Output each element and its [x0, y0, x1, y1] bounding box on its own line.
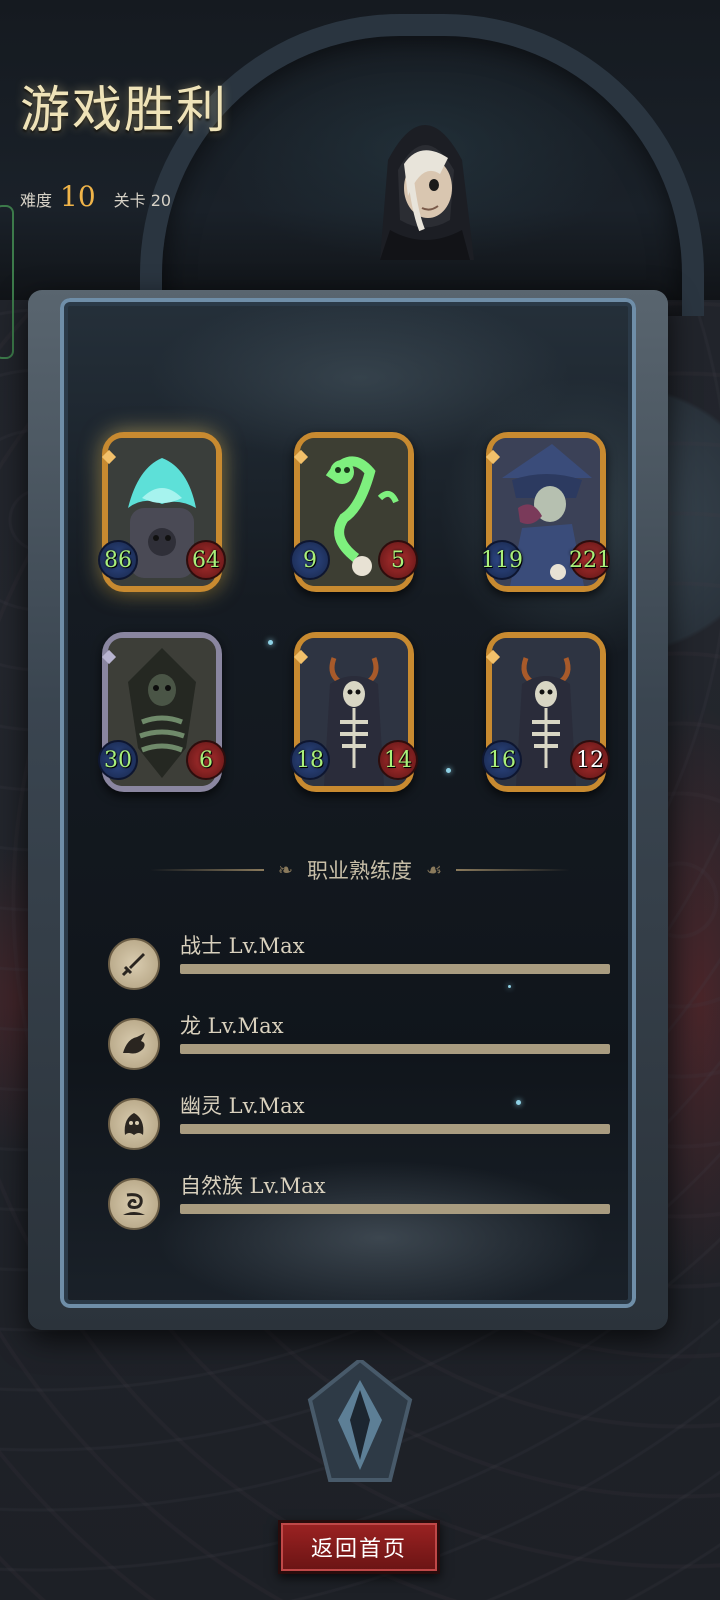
swirl-ornament-icon: ❧ — [277, 859, 293, 881]
mastery-progress-fill — [180, 964, 610, 974]
ghost-icon — [108, 1098, 160, 1150]
divider — [150, 869, 264, 871]
unit-card[interactable]: 9 5 — [290, 432, 418, 592]
difficulty-label: 难度 — [20, 191, 53, 210]
unit-card[interactable]: 86 64 — [98, 432, 226, 592]
side-tab[interactable] — [0, 205, 14, 359]
spark — [268, 640, 273, 645]
swirl-ornament-icon: ☙ — [425, 859, 443, 881]
card-attack: 119 — [481, 540, 523, 580]
mastery-label: 龙 Lv.Max — [180, 1014, 284, 1038]
mastery-progress-bar — [180, 1124, 610, 1134]
difficulty-value: 10 — [60, 180, 96, 213]
mastery-progress-bar — [180, 1044, 610, 1054]
dragon-icon — [108, 1018, 160, 1070]
mastery-progress-bar — [180, 1204, 610, 1214]
run-info: 难度 10 关卡 20 — [20, 180, 171, 213]
unit-card[interactable]: 30 6 — [98, 632, 226, 792]
card-health: 6 — [186, 740, 226, 780]
mastery-row-dragon: 龙 Lv.Max — [108, 1010, 610, 1070]
divider — [456, 869, 571, 871]
card-attack: 18 — [290, 740, 330, 780]
unit-card[interactable]: 119 221 — [481, 432, 611, 592]
header — [0, 0, 720, 316]
gate-ornament — [307, 1360, 413, 1482]
mastery-progress-fill — [180, 1044, 610, 1054]
mastery-row-warrior: 战士 Lv.Max — [108, 930, 610, 990]
stage-label: 关卡 20 — [113, 191, 172, 210]
card-health: 14 — [378, 740, 418, 780]
card-health: 221 — [569, 540, 611, 580]
mastery-label: 战士 Lv.Max — [180, 934, 305, 958]
mastery-row-nature: 自然族 Lv.Max — [108, 1170, 610, 1230]
mastery-row-ghost: 幽灵 Lv.Max — [108, 1090, 610, 1150]
nature-icon — [108, 1178, 160, 1230]
card-attack: 16 — [482, 740, 522, 780]
card-health: 12 — [570, 740, 610, 780]
card-health: 5 — [378, 540, 418, 580]
unit-card[interactable]: 18 14 — [290, 632, 418, 792]
mastery-section-title: ❧ 职业熟练度 ☙ — [150, 855, 571, 885]
mastery-title: 职业熟练度 — [306, 859, 412, 883]
mastery-label: 幽灵 Lv.Max — [180, 1094, 305, 1118]
mastery-progress-bar — [180, 964, 610, 974]
sword-icon — [108, 938, 160, 990]
mastery-progress-fill — [180, 1204, 610, 1214]
card-health: 64 — [186, 540, 226, 580]
unit-card[interactable]: 16 12 — [482, 632, 610, 792]
mastery-progress-fill — [180, 1124, 610, 1134]
hero-portrait — [380, 125, 474, 260]
mastery-label: 自然族 Lv.Max — [180, 1174, 326, 1198]
page-title: 游戏胜利 — [20, 81, 228, 139]
card-attack: 86 — [98, 540, 138, 580]
spark — [446, 768, 451, 773]
card-attack: 30 — [98, 740, 138, 780]
return-home-button[interactable]: 返回首页 — [278, 1520, 440, 1574]
card-attack: 9 — [290, 540, 330, 580]
